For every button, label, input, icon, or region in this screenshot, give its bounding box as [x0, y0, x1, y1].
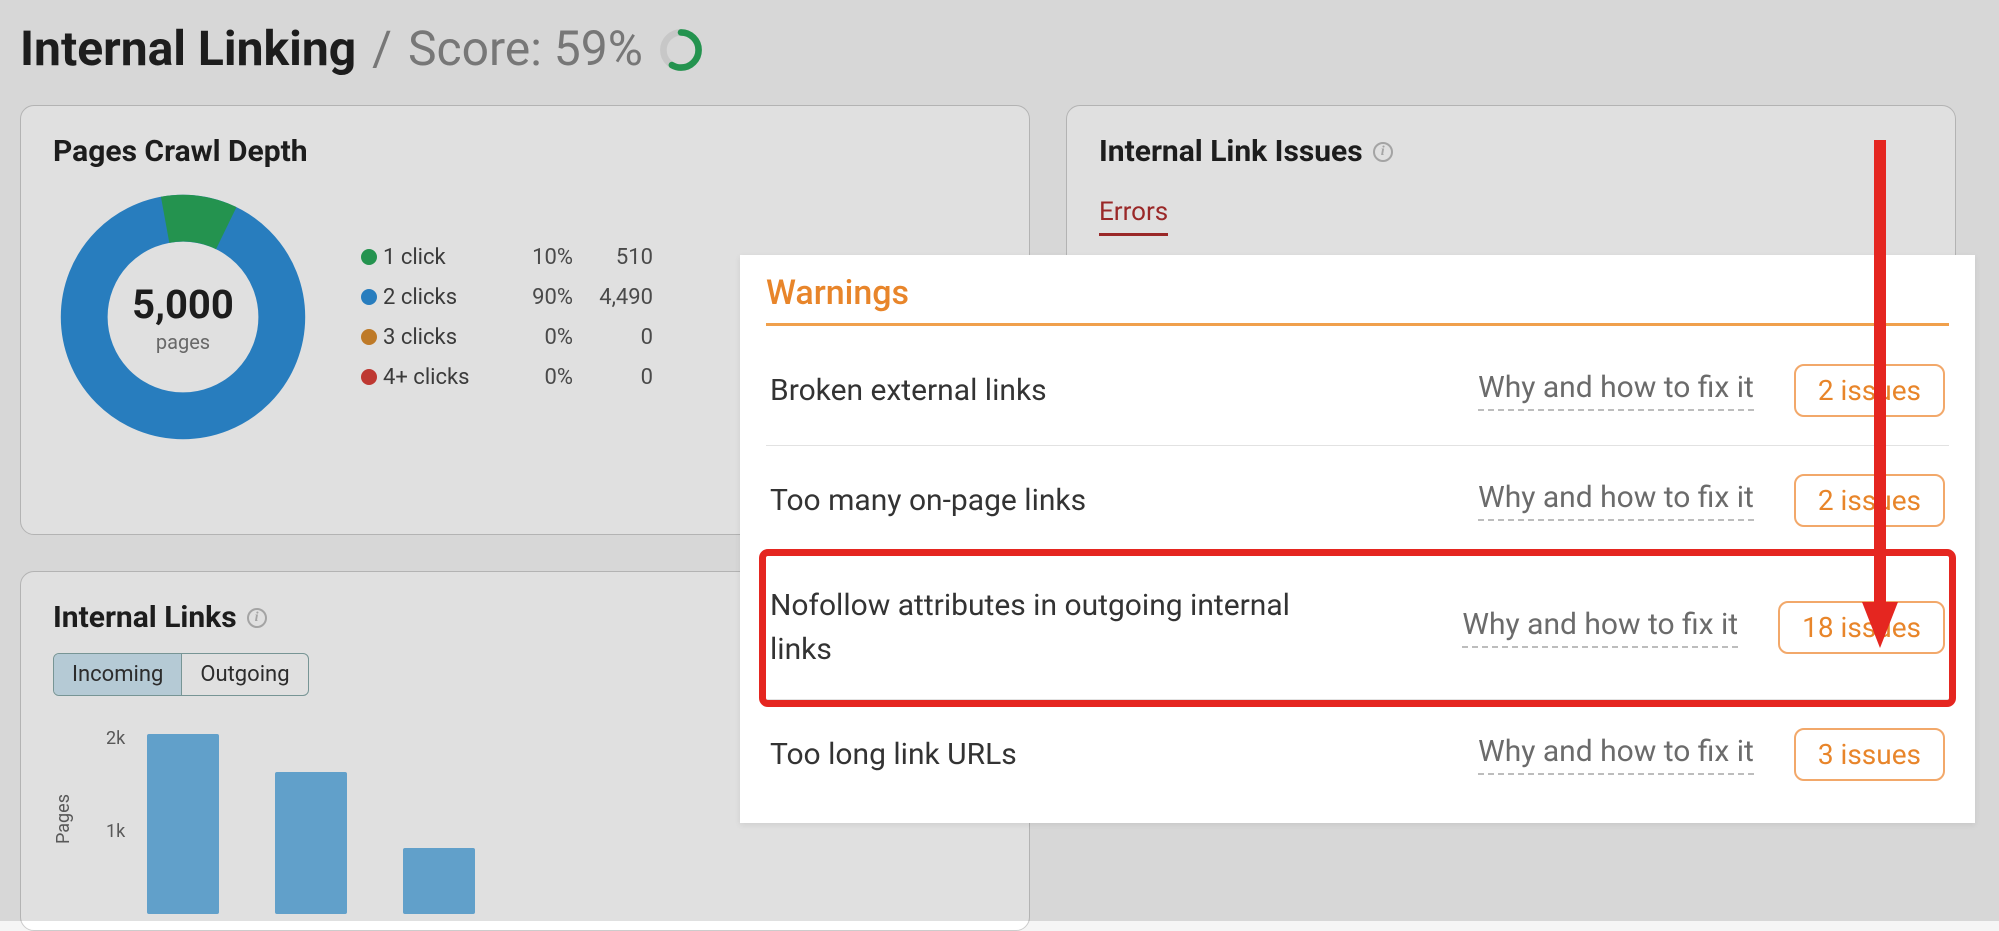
legend-pct: 10%	[493, 245, 573, 270]
tab-incoming[interactable]: Incoming	[54, 654, 182, 695]
bar-yaxis-ticks: 2k 1k	[106, 724, 125, 914]
crawl-depth-donut: 5,000 pages	[53, 187, 313, 447]
legend-label: 1 click	[383, 245, 493, 270]
bar	[275, 772, 347, 915]
legend-dot-icon	[361, 329, 377, 345]
legend-count: 0	[573, 325, 653, 350]
legend-count: 0	[573, 365, 653, 390]
page-title-main: Internal Linking	[20, 20, 356, 77]
issue-count-badge[interactable]: 3 issues	[1794, 728, 1945, 781]
score-ring-icon	[659, 27, 703, 71]
legend-pct: 0%	[493, 365, 573, 390]
fix-link[interactable]: Why and how to fix it	[1478, 480, 1754, 521]
legend-dot-icon	[361, 289, 377, 305]
issue-row-too-many-links[interactable]: Too many on-page links Why and how to fi…	[766, 446, 1949, 556]
legend-pct: 0%	[493, 325, 573, 350]
crawl-depth-title: Pages Crawl Depth	[53, 134, 997, 169]
fix-link[interactable]: Why and how to fix it	[1478, 734, 1754, 775]
tab-outgoing[interactable]: Outgoing	[182, 654, 307, 695]
legend-row: 4+ clicks 0% 0	[361, 357, 653, 397]
issue-row-long-urls[interactable]: Too long link URLs Why and how to fix it…	[766, 700, 1949, 809]
issue-row-nofollow-outgoing[interactable]: Nofollow attributes in outgoing internal…	[766, 556, 1949, 700]
legend-row: 1 click 10% 510	[361, 237, 653, 277]
donut-center-value: 5,000	[132, 281, 234, 328]
warnings-popover: Warnings Broken external links Why and h…	[740, 255, 1975, 823]
issue-count-badge[interactable]: 18 issues	[1778, 601, 1945, 654]
issue-label: Too many on-page links	[770, 479, 1290, 523]
legend-label: 2 clicks	[383, 285, 493, 310]
info-icon[interactable]: i	[247, 608, 267, 628]
legend-count: 4,490	[573, 285, 653, 310]
bar-yaxis-label: Pages	[53, 794, 74, 844]
issue-count-badge[interactable]: 2 issues	[1794, 364, 1945, 417]
bar	[147, 734, 219, 915]
internal-link-issues-title: Internal Link Issues i	[1099, 134, 1923, 169]
bar-chart	[147, 724, 475, 914]
legend-pct: 90%	[493, 285, 573, 310]
legend-label: 4+ clicks	[383, 365, 493, 390]
donut-center-label: pages	[156, 330, 210, 354]
issue-row-broken-external[interactable]: Broken external links Why and how to fix…	[766, 336, 1949, 446]
legend-dot-icon	[361, 369, 377, 385]
legend-row: 3 clicks 0% 0	[361, 317, 653, 357]
legend-count: 510	[573, 245, 653, 270]
issue-count-badge[interactable]: 2 issues	[1794, 474, 1945, 527]
fix-link[interactable]: Why and how to fix it	[1478, 370, 1754, 411]
score-label: Score: 59%	[408, 20, 643, 77]
issue-label: Too long link URLs	[770, 733, 1290, 777]
crawl-depth-legend: 1 click 10% 510 2 clicks 90% 4,490	[361, 237, 653, 397]
page-title-sep: /	[372, 20, 392, 77]
info-icon[interactable]: i	[1373, 142, 1393, 162]
issue-label: Nofollow attributes in outgoing internal…	[770, 584, 1290, 671]
internal-links-tabs: Incoming Outgoing	[53, 653, 309, 696]
page-title: Internal Linking / Score: 59%	[20, 20, 1979, 77]
errors-tab[interactable]: Errors	[1099, 197, 1168, 236]
issue-label: Broken external links	[770, 369, 1290, 413]
legend-dot-icon	[361, 249, 377, 265]
fix-link[interactable]: Why and how to fix it	[1462, 607, 1738, 648]
legend-label: 3 clicks	[383, 325, 493, 350]
bar	[403, 848, 475, 915]
warnings-title: Warnings	[766, 273, 1949, 326]
legend-row: 2 clicks 90% 4,490	[361, 277, 653, 317]
